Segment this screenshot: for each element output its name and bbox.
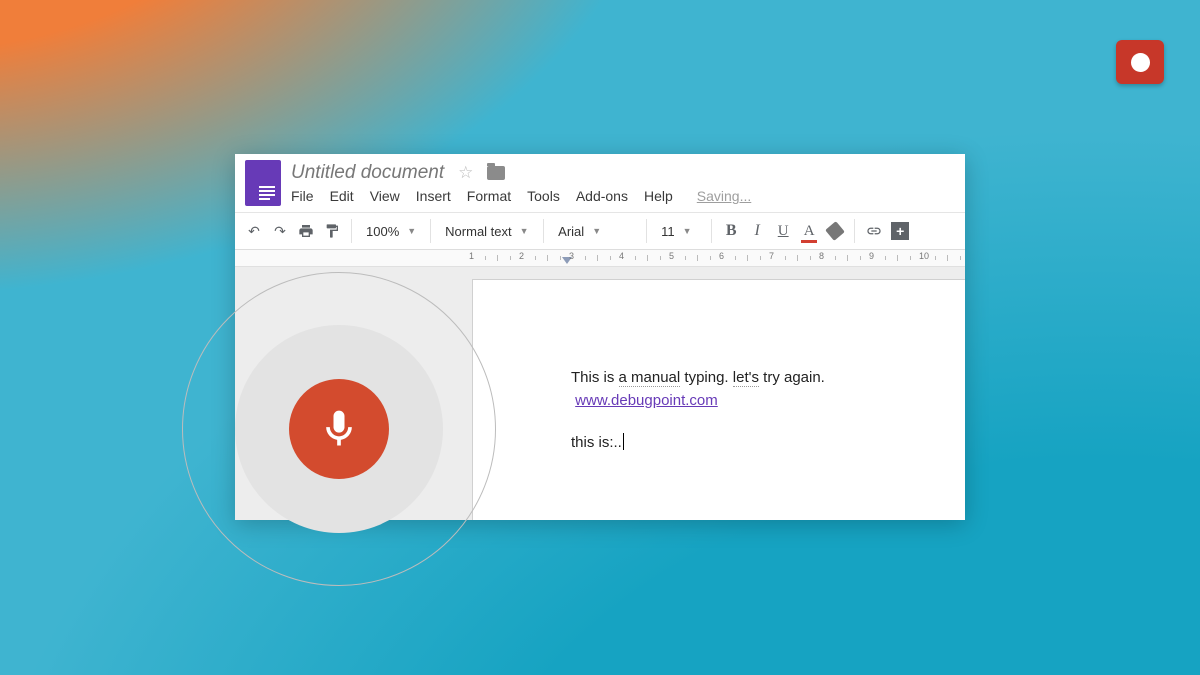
star-icon[interactable]: ☆ [458, 163, 473, 183]
chevron-down-icon: ▼ [520, 226, 529, 236]
ruler-number: 1 [469, 251, 474, 261]
font-size-value: 11 [661, 224, 675, 239]
horizontal-ruler[interactable]: 1 2 3 4 5 6 7 8 9 10 [235, 250, 965, 267]
docs-logo-icon[interactable] [245, 160, 281, 206]
doc-text: This is [571, 369, 619, 386]
ruler-number: 2 [519, 251, 524, 261]
menu-insert[interactable]: Insert [416, 188, 451, 204]
font-value: Arial [558, 224, 584, 239]
font-select[interactable]: Arial ▼ [552, 224, 638, 239]
toolbar: ↶ ↷ 100%▼ Normal text▼ Arial▼ 11▼ B I U … [235, 212, 965, 250]
undo-button[interactable]: ↶ [243, 220, 265, 242]
ruler-number: 8 [819, 251, 824, 261]
paragraph-style-value: Normal text [445, 224, 511, 239]
paint-format-button[interactable] [321, 220, 343, 242]
chevron-down-icon: ▼ [683, 226, 692, 236]
text-cursor [623, 433, 624, 450]
save-status: Saving... [697, 188, 751, 204]
underline-button[interactable]: U [772, 220, 794, 242]
paint-roller-icon [324, 223, 340, 239]
folder-icon[interactable] [487, 166, 505, 180]
record-icon [1131, 53, 1150, 72]
ruler-number: 6 [719, 251, 724, 261]
menu-file[interactable]: File [291, 188, 314, 204]
microphone-icon [317, 407, 361, 451]
menubar: File Edit View Insert Format Tools Add-o… [291, 186, 751, 204]
titlebar: Untitled document ☆ File Edit View Inser… [235, 154, 965, 206]
highlight-button[interactable] [824, 220, 846, 242]
ruler-number: 10 [919, 251, 929, 261]
bold-button[interactable]: B [720, 220, 742, 242]
voice-microphone-button[interactable] [289, 379, 389, 479]
zoom-select[interactable]: 100% ▼ [360, 224, 422, 239]
paragraph-style-select[interactable]: Normal text ▼ [439, 224, 535, 239]
menu-addons[interactable]: Add-ons [576, 188, 628, 204]
ruler-number: 5 [669, 251, 674, 261]
doc-text: a manual [619, 369, 681, 387]
italic-button[interactable]: I [746, 220, 768, 242]
chevron-down-icon: ▼ [407, 226, 416, 236]
doc-text: try again. [759, 369, 825, 386]
ruler-number: 7 [769, 251, 774, 261]
redo-button[interactable]: ↷ [269, 220, 291, 242]
menu-edit[interactable]: Edit [330, 188, 354, 204]
highlighter-icon [825, 221, 845, 241]
more-tools-button[interactable]: + [889, 220, 911, 242]
screen-recorder-badge[interactable] [1116, 40, 1164, 84]
menu-help[interactable]: Help [644, 188, 673, 204]
ruler-number: 4 [619, 251, 624, 261]
ruler-number: 3 [569, 251, 574, 261]
menu-format[interactable]: Format [467, 188, 511, 204]
doc-hyperlink[interactable]: www.debugpoint.com [575, 392, 718, 409]
zoom-value: 100% [366, 224, 399, 239]
doc-text: typing. [680, 369, 733, 386]
doc-text: this is:.. [571, 434, 622, 451]
ruler-number: 9 [869, 251, 874, 261]
font-size-select[interactable]: 11 ▼ [655, 224, 703, 239]
menu-view[interactable]: View [370, 188, 400, 204]
doc-text: let's [733, 369, 759, 387]
link-icon [866, 223, 882, 239]
print-icon [298, 223, 314, 239]
insert-link-button[interactable] [863, 220, 885, 242]
text-color-button[interactable]: A [798, 220, 820, 242]
chevron-down-icon: ▼ [592, 226, 601, 236]
print-button[interactable] [295, 220, 317, 242]
document-title[interactable]: Untitled document [291, 162, 444, 184]
menu-tools[interactable]: Tools [527, 188, 560, 204]
document-page[interactable]: This is a manual typing. let's try again… [472, 279, 965, 520]
